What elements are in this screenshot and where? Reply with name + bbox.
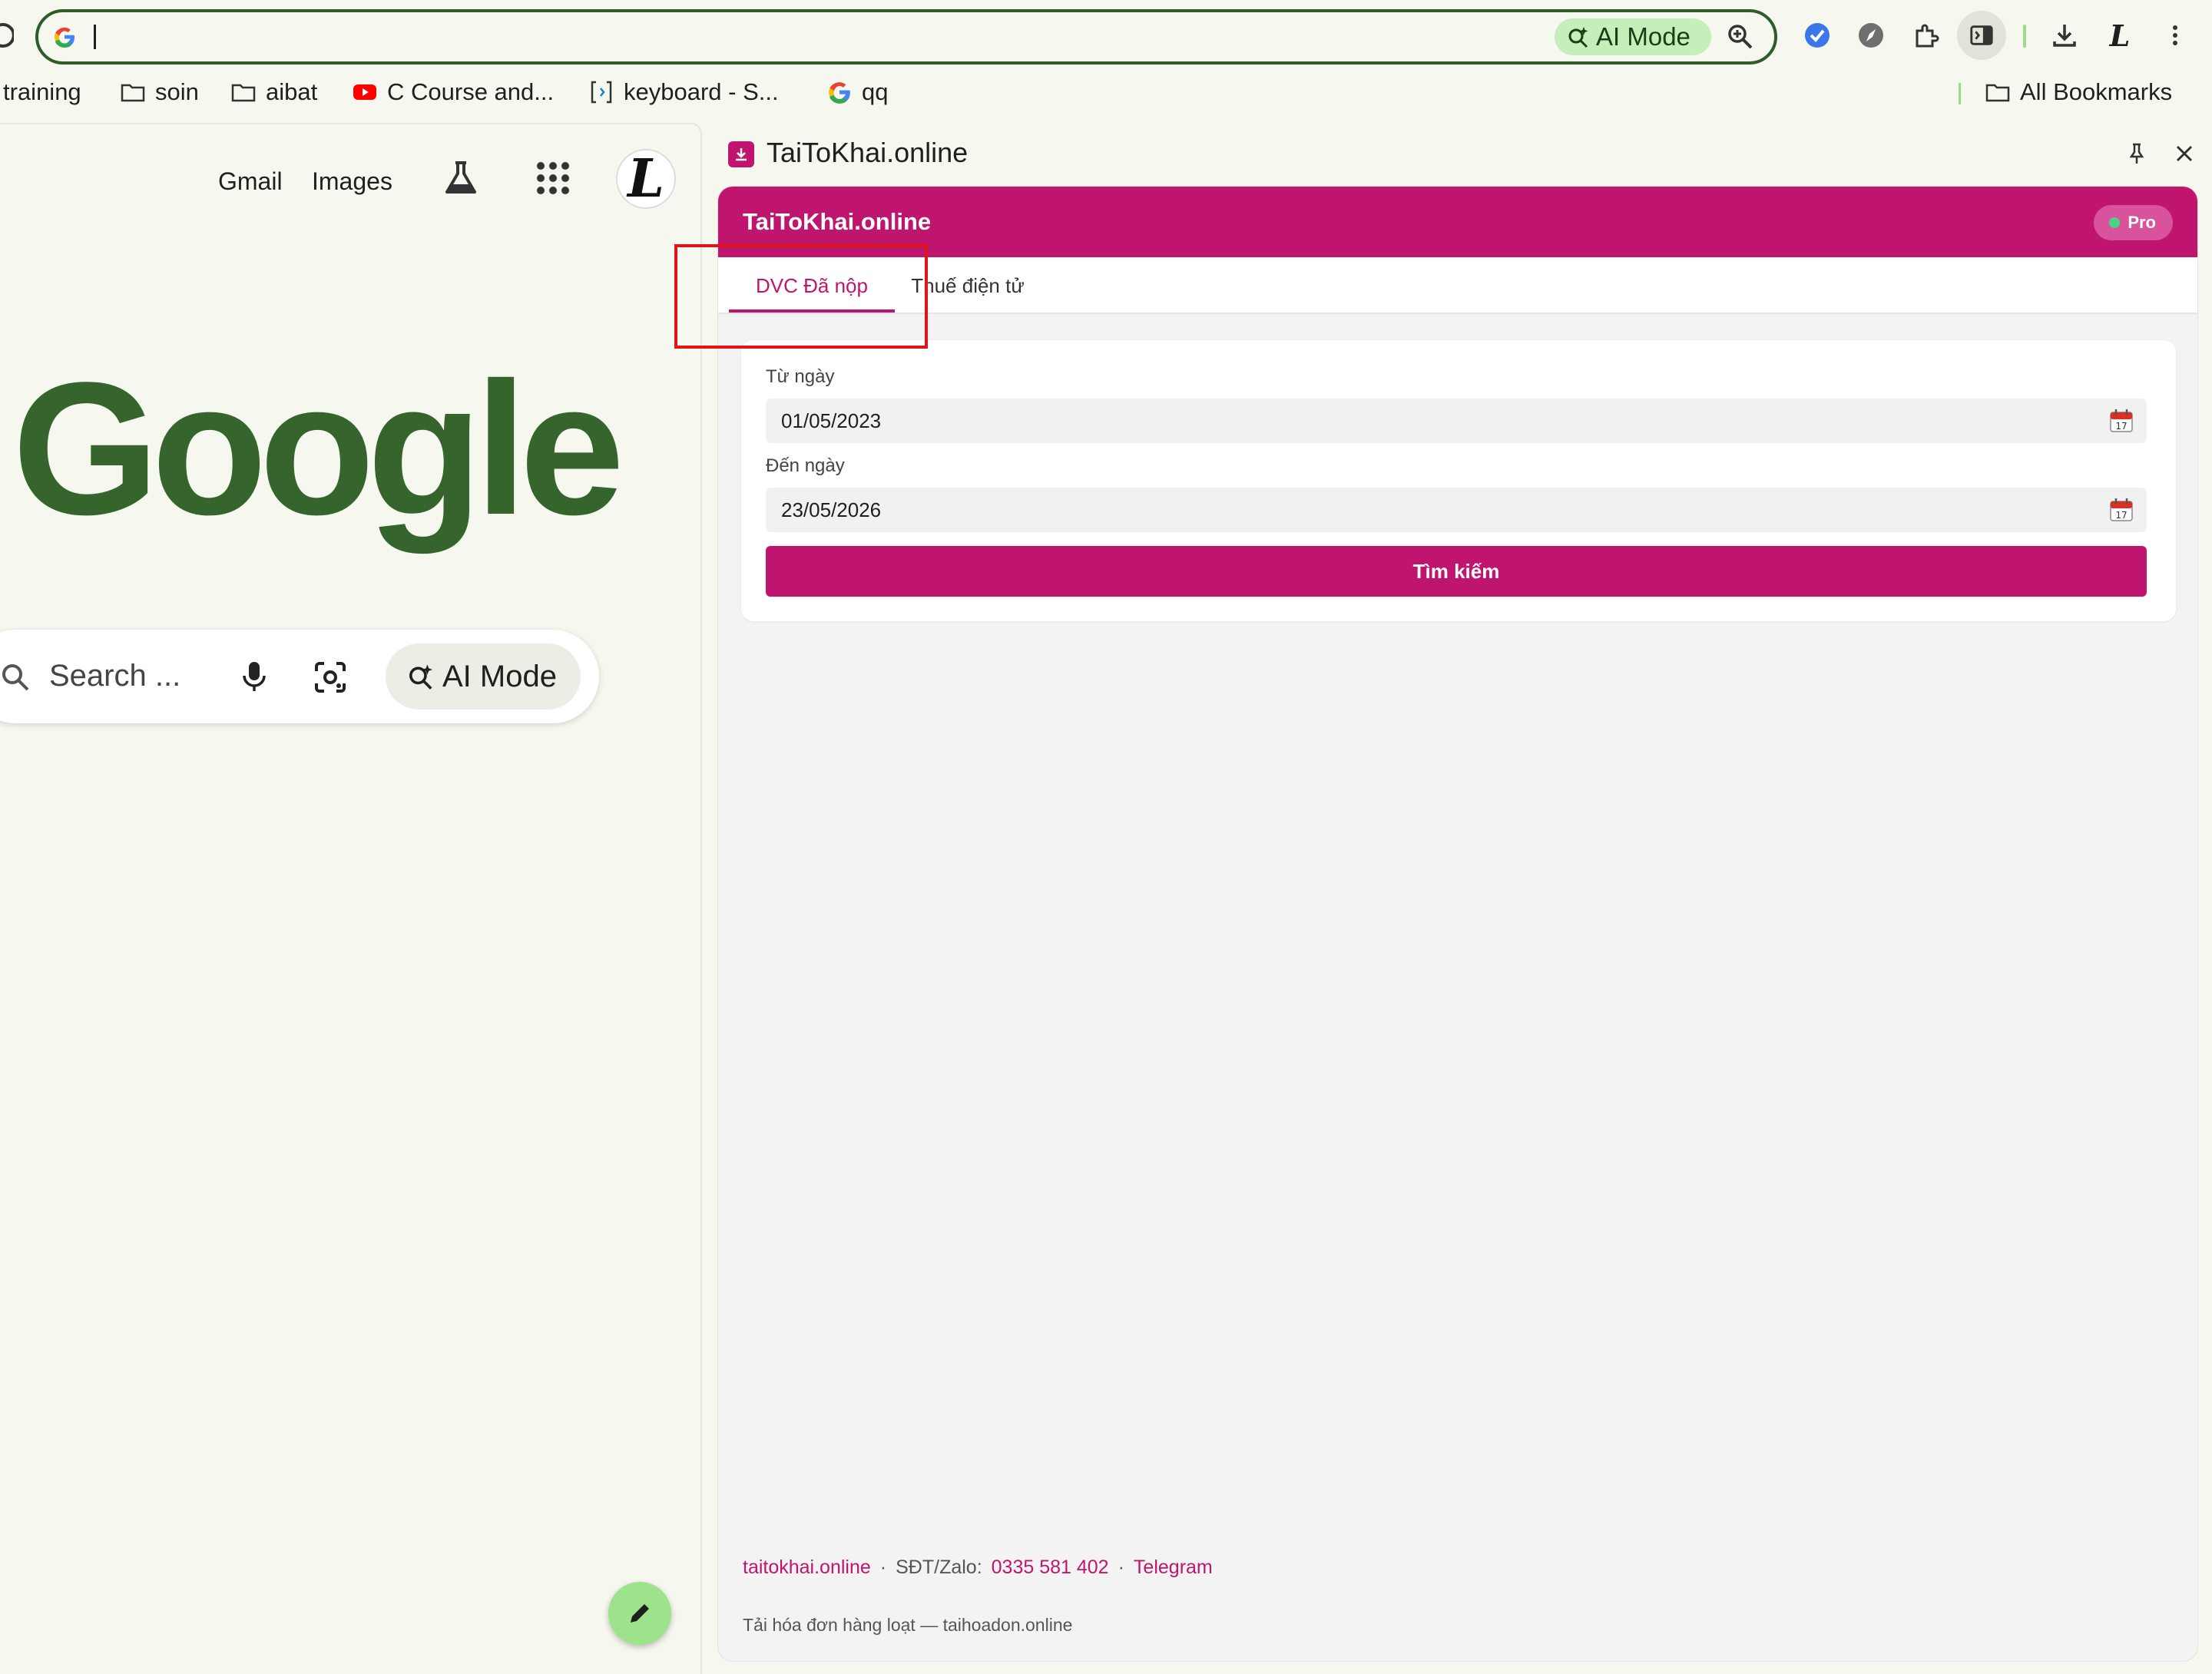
search-submit-button[interactable]: Tìm kiếm bbox=[766, 546, 2147, 597]
to-date-input[interactable]: 23/05/2026 17 bbox=[766, 488, 2147, 532]
ai-mode-button[interactable]: AI Mode bbox=[386, 643, 581, 710]
bookmark-label: soin bbox=[155, 78, 199, 105]
avatar-letter: L bbox=[628, 148, 664, 210]
google-icon bbox=[55, 27, 75, 48]
extension-header: TaiToKhai.online Pro bbox=[718, 187, 2197, 257]
google-icon bbox=[829, 82, 850, 104]
bookmark-c-course[interactable]: C Course and... bbox=[352, 77, 554, 108]
bookmark-label: C Course and... bbox=[387, 78, 555, 105]
search-icon bbox=[2, 664, 29, 691]
footer-tagline: Tải hóa đơn hàng loạt — taihoadon.online bbox=[743, 1615, 1073, 1635]
pencil-icon bbox=[631, 1604, 649, 1623]
side-panel-title: TaiToKhai.online bbox=[767, 137, 969, 168]
svg-text:17: 17 bbox=[2115, 421, 2127, 432]
bookmark-label: aibat bbox=[266, 78, 318, 105]
side-panel-toggle-icon[interactable] bbox=[1957, 11, 2006, 60]
browser-toolbar: AI Mode L bbox=[0, 0, 2212, 74]
footer-separator: · bbox=[1118, 1557, 1124, 1578]
extension-tabs: DVC Đã nộp Thuế điện tử bbox=[718, 257, 2197, 314]
bookmark-soin[interactable]: soin bbox=[120, 77, 199, 108]
all-bookmarks-label: All Bookmarks bbox=[2020, 78, 2173, 105]
bookmark-qq[interactable]: qq bbox=[826, 77, 888, 108]
from-date-input[interactable]: 01/05/2023 17 bbox=[766, 399, 2147, 443]
labs-flask-icon[interactable] bbox=[441, 158, 481, 198]
calendar-icon[interactable]: 17 bbox=[2108, 408, 2134, 434]
more-menu-icon[interactable] bbox=[2160, 20, 2190, 51]
account-avatar[interactable]: L bbox=[616, 148, 676, 210]
search-form: Từ ngày 01/05/2023 17 Đến ngày 23/05/202… bbox=[741, 340, 2176, 621]
reload-icon[interactable] bbox=[0, 18, 14, 52]
extension-download-icon bbox=[728, 141, 754, 167]
address-input[interactable] bbox=[103, 20, 1562, 54]
pro-badge: Pro bbox=[2094, 205, 2173, 240]
pro-badge-label: Pro bbox=[2128, 213, 2156, 232]
youtube-icon bbox=[353, 84, 376, 100]
profile-avatar[interactable]: L bbox=[2104, 18, 2135, 53]
profile-letter: L bbox=[2109, 18, 2131, 53]
bookmarks-divider bbox=[1959, 83, 1961, 104]
to-date-value: 23/05/2026 bbox=[781, 498, 882, 521]
extension-panel: TaiToKhai.online Pro DVC Đã nộp Thuế điệ… bbox=[717, 186, 2198, 1662]
bookmark-label: training bbox=[3, 78, 81, 105]
extension-check-icon[interactable] bbox=[1802, 20, 1833, 51]
site-link[interactable]: taitokhai.online bbox=[743, 1557, 871, 1579]
extensions-puzzle-icon[interactable] bbox=[1911, 20, 1942, 51]
pin-icon[interactable] bbox=[2124, 141, 2149, 166]
folder-icon bbox=[1985, 84, 2010, 102]
ai-mode-label: AI Mode bbox=[442, 659, 557, 693]
address-bar[interactable]: AI Mode bbox=[35, 9, 1777, 65]
zoom-icon[interactable] bbox=[1727, 23, 1754, 51]
bookmarks-bar: training soin aibat C Course and... keyb… bbox=[0, 74, 2212, 111]
from-date-label: Từ ngày bbox=[766, 366, 835, 387]
folder-icon bbox=[121, 84, 145, 102]
ai-search-icon bbox=[409, 664, 432, 690]
all-bookmarks[interactable]: All Bookmarks bbox=[1985, 77, 2172, 108]
google-search-box[interactable]: Search ... AI Mode bbox=[0, 630, 599, 723]
search-placeholder[interactable]: Search ... bbox=[49, 659, 180, 693]
extension-footer: taitokhai.online · SĐT/Zalo: 0335 581 40… bbox=[743, 1557, 1213, 1579]
from-date-value: 01/05/2023 bbox=[781, 409, 882, 432]
customize-chrome-button[interactable] bbox=[608, 1582, 671, 1645]
bookmark-keyboard[interactable]: keyboard - S... bbox=[588, 77, 779, 108]
side-panel: TaiToKhai.online TaiToKhai.online Pro DV… bbox=[702, 123, 2212, 1674]
tab-dvc-da-nop[interactable]: DVC Đã nộp bbox=[729, 257, 895, 314]
footer-separator: · bbox=[879, 1557, 887, 1578]
bookmark-label: keyboard - S... bbox=[624, 78, 779, 105]
google-homepage: Gmail Images L Google Search ... AI Mode bbox=[0, 123, 702, 1674]
to-date-label: Đến ngày bbox=[766, 455, 845, 476]
phone-label: SĐT/Zalo: bbox=[896, 1557, 982, 1578]
bookmark-label: qq bbox=[862, 78, 889, 105]
folder-icon bbox=[231, 84, 256, 102]
calendar-icon[interactable]: 17 bbox=[2108, 497, 2134, 523]
bookmark-training[interactable]: training bbox=[3, 77, 81, 108]
phone-link[interactable]: 0335 581 402 bbox=[992, 1557, 1109, 1579]
download-icon[interactable] bbox=[2049, 20, 2080, 51]
google-logo: Google bbox=[12, 343, 624, 554]
bracket-icon bbox=[591, 81, 612, 104]
tab-thue-dien-tu[interactable]: Thuế điện tử bbox=[902, 257, 1033, 314]
microphone-icon[interactable] bbox=[237, 659, 272, 694]
google-lens-icon[interactable] bbox=[312, 659, 349, 696]
ai-search-icon bbox=[1568, 27, 1588, 48]
bookmark-aibat[interactable]: aibat bbox=[230, 77, 317, 108]
status-dot bbox=[2109, 217, 2121, 228]
gmail-link[interactable]: Gmail bbox=[218, 167, 283, 196]
toolbar-divider bbox=[2023, 25, 2026, 48]
apps-grid-icon[interactable] bbox=[533, 158, 573, 198]
ai-mode-chip[interactable]: AI Mode bbox=[1555, 18, 1711, 55]
extension-compass-icon[interactable] bbox=[1856, 20, 1886, 51]
telegram-link[interactable]: Telegram bbox=[1134, 1557, 1213, 1579]
extension-title: TaiToKhai.online bbox=[743, 208, 932, 235]
active-tab-indicator bbox=[729, 309, 895, 313]
ai-mode-label: AI Mode bbox=[1596, 22, 1690, 51]
close-icon[interactable] bbox=[2172, 141, 2197, 166]
svg-text:17: 17 bbox=[2115, 510, 2127, 521]
text-caret bbox=[94, 25, 96, 49]
images-link[interactable]: Images bbox=[312, 167, 392, 196]
